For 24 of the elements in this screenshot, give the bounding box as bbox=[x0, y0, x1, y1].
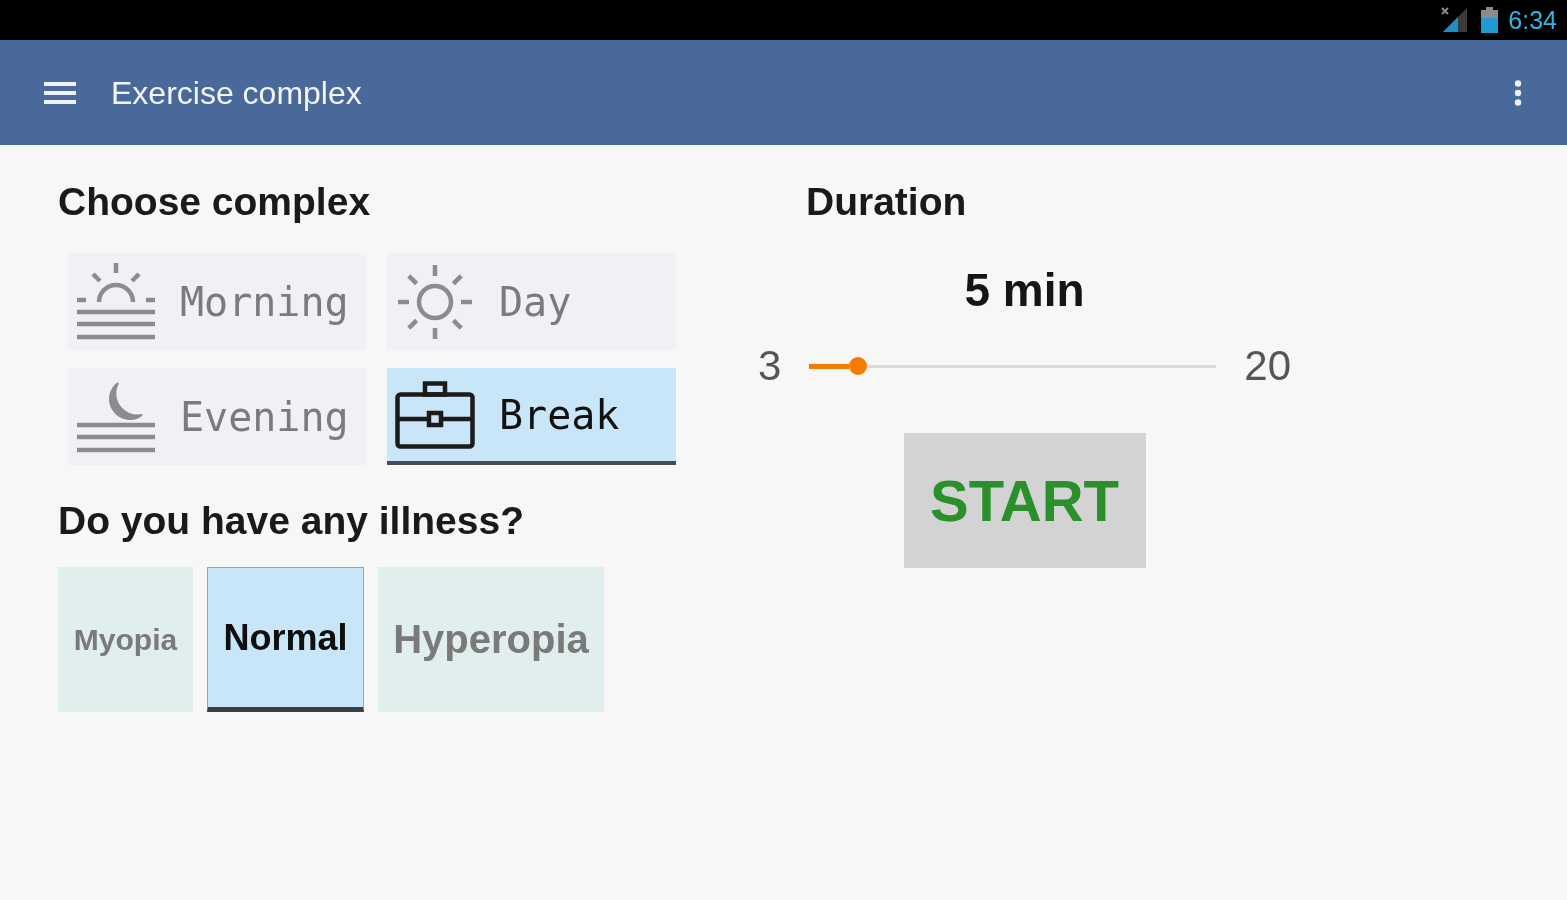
complex-option[interactable]: Day bbox=[387, 253, 676, 350]
illness-option[interactable]: Myopia bbox=[58, 567, 193, 712]
complex-option[interactable]: Break bbox=[387, 368, 676, 465]
illness-option[interactable]: Hyperopia bbox=[378, 567, 604, 712]
moon-icon bbox=[76, 380, 156, 453]
more-options-icon[interactable] bbox=[1514, 79, 1522, 106]
duration-value: 5 min bbox=[964, 264, 1085, 316]
battery-icon bbox=[1481, 7, 1499, 33]
briefcase-icon bbox=[395, 380, 475, 449]
complex-option[interactable]: Morning bbox=[68, 253, 367, 350]
signal-icon bbox=[1441, 7, 1470, 33]
clock-time: 6:34 bbox=[1508, 6, 1557, 34]
slider-min-label: 3 bbox=[757, 342, 782, 390]
slider-max-label: 20 bbox=[1244, 342, 1292, 390]
slider-thumb[interactable] bbox=[849, 356, 868, 375]
start-button[interactable]: START bbox=[903, 433, 1146, 568]
section-heading: Duration bbox=[806, 179, 967, 225]
illness-option[interactable]: Normal bbox=[207, 567, 364, 712]
app-title: Exercise complex bbox=[111, 73, 362, 112]
section-heading: Do you have any illness? bbox=[58, 498, 524, 544]
menu-icon[interactable] bbox=[44, 80, 76, 105]
section-heading: Choose complex bbox=[58, 179, 371, 225]
complex-option[interactable]: Evening bbox=[68, 368, 367, 465]
sunrise-icon bbox=[76, 261, 156, 342]
